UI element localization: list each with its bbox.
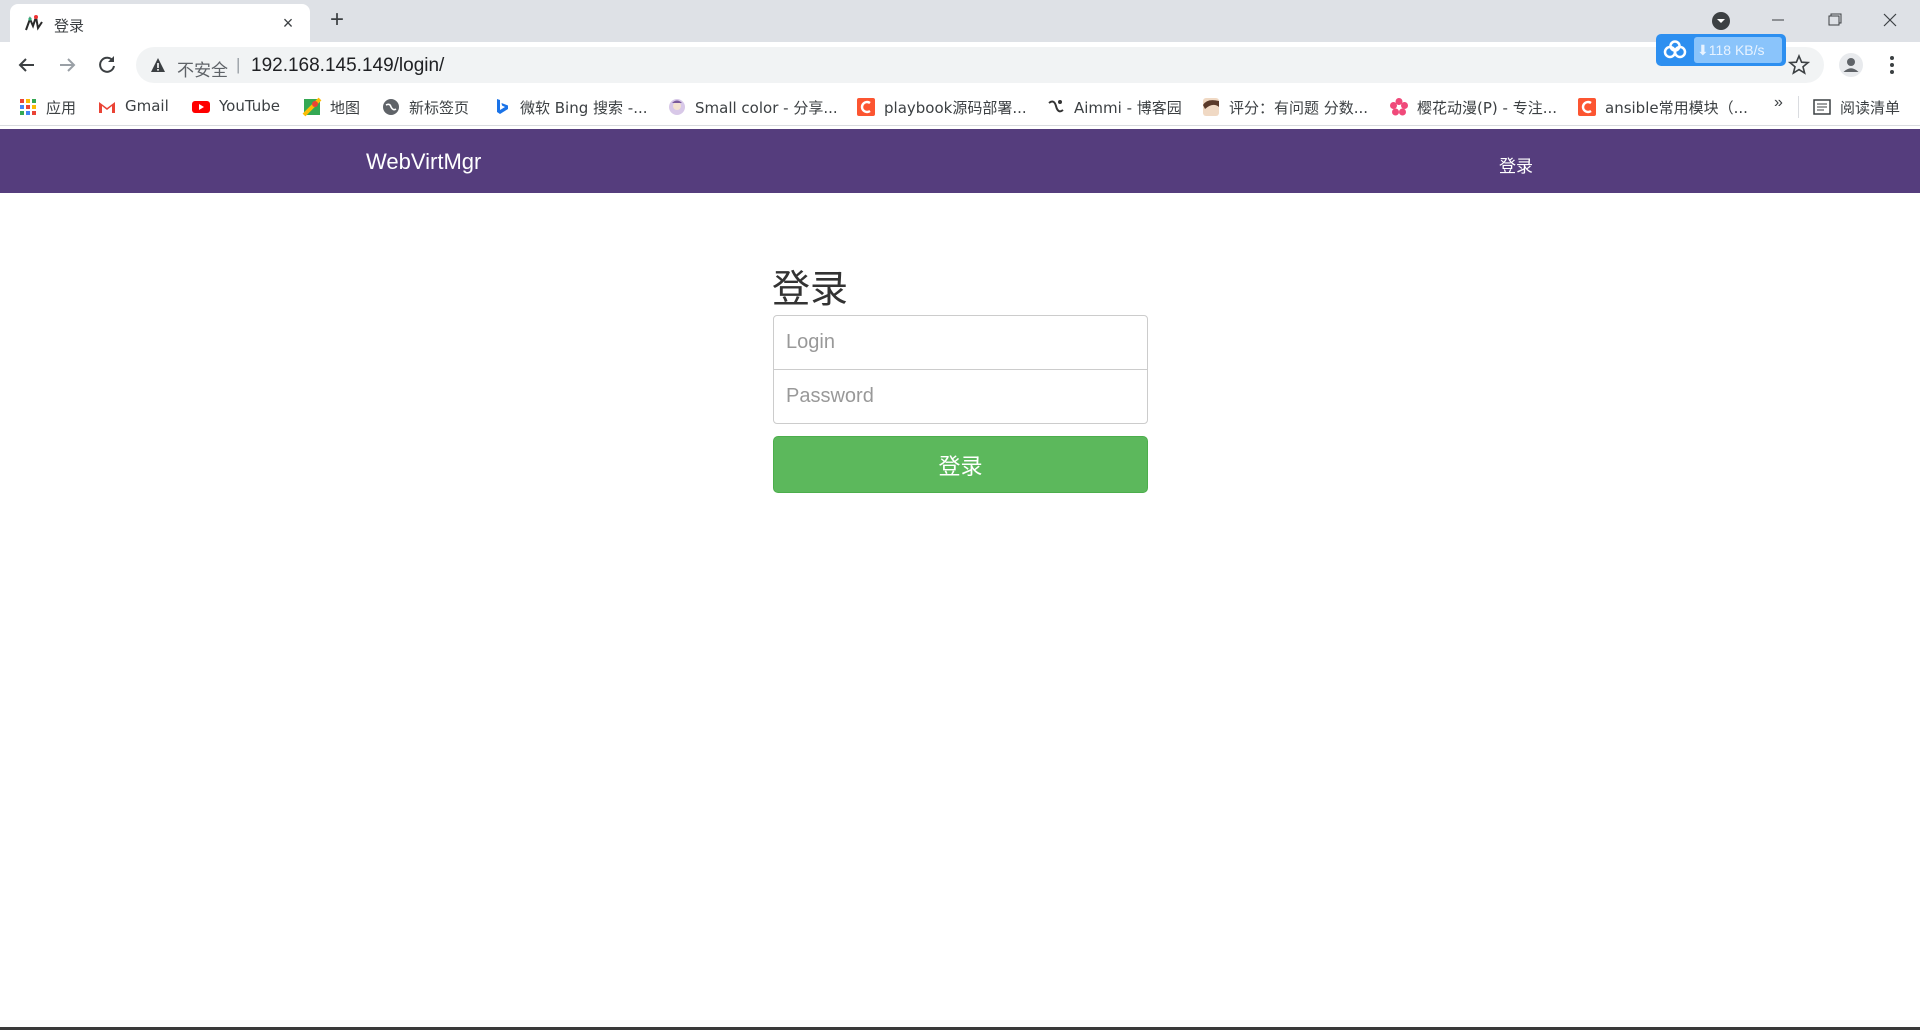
bookmark-label: ansible常用模块（... [1605, 99, 1748, 117]
bookmark-label: 应用 [46, 99, 77, 117]
download-speed-text: ⬇118 KB/s [1694, 37, 1782, 63]
bookmarks-overflow-chevron[interactable]: » [1774, 94, 1783, 112]
site-navbar: WebVirtMgr 登录 [0, 129, 1920, 193]
csdn-icon [1578, 98, 1596, 116]
account-icon[interactable] [1838, 52, 1864, 78]
bookmarks-bar: 应用 Gmail YouTube 地图 新标签页 微软 Bing 搜索 -...… [0, 88, 1920, 126]
flower-icon [1390, 98, 1408, 116]
page-title: 登录 [772, 267, 849, 311]
reload-icon[interactable] [92, 50, 122, 80]
password-input[interactable] [773, 369, 1148, 424]
youtube-icon [192, 101, 210, 113]
browser-tab[interactable]: 登录 × [10, 4, 310, 42]
baidu-cloud-icon [1663, 40, 1687, 59]
bookmark-label: 微软 Bing 搜索 -... [520, 99, 648, 117]
close-window-icon[interactable] [1870, 6, 1910, 34]
brand-link[interactable]: WebVirtMgr [366, 149, 481, 175]
cnblogs-icon [1048, 100, 1064, 113]
back-arrow-icon[interactable] [12, 50, 42, 80]
browser-toolbar: 不安全 | 192.168.145.149/login/ [0, 42, 1920, 88]
bookmarks-divider [1798, 96, 1799, 118]
download-speed-extension[interactable]: ⬇118 KB/s [1656, 34, 1786, 66]
anime-icon [1203, 98, 1219, 116]
webvirtmgr-favicon-icon [25, 15, 43, 31]
minimize-icon[interactable] [1758, 6, 1798, 34]
bookmark-label: YouTube [219, 97, 280, 115]
tab-strip: 登录 × + [0, 0, 1920, 42]
kebab-menu-icon[interactable] [1882, 52, 1902, 78]
gmail-icon [99, 102, 115, 113]
bookmark-label: 新标签页 [409, 99, 470, 117]
address-separator: | [236, 55, 241, 74]
bookmark-label: playbook源码部署... [884, 99, 1027, 117]
security-label[interactable]: 不安全 [177, 56, 228, 81]
csdn-icon [857, 98, 875, 116]
new-tab-button[interactable]: + [325, 8, 349, 33]
bookmark-label: 樱花动漫(P) - 专注... [1417, 99, 1558, 117]
warning-icon[interactable] [150, 57, 166, 73]
bookmark-label: Aimmi - 博客园 [1074, 99, 1182, 117]
url-text[interactable]: 192.168.145.149/login/ [251, 55, 444, 77]
tab-close-icon[interactable]: × [278, 13, 298, 33]
bookmark-star-icon[interactable] [1788, 54, 1810, 76]
login-form: 登录 [773, 315, 1148, 493]
bing-icon [497, 99, 508, 114]
tab-title: 登录 [54, 17, 85, 35]
bookmark-label: 地图 [330, 99, 361, 117]
reading-list-label: 阅读清单 [1840, 99, 1901, 117]
forward-arrow-icon[interactable] [52, 50, 82, 80]
web-page: WebVirtMgr 登录 登录 登录 [0, 126, 1920, 1030]
bookmark-label: Gmail [125, 97, 169, 115]
tab-search-icon[interactable] [1711, 11, 1731, 31]
nav-login-link[interactable]: 登录 [1499, 152, 1533, 177]
avatar-icon [669, 99, 685, 115]
reading-list-icon [1813, 99, 1831, 115]
login-button[interactable]: 登录 [773, 436, 1148, 493]
restore-icon[interactable] [1814, 6, 1854, 34]
globe-icon [383, 99, 399, 115]
address-bar[interactable]: 不安全 | 192.168.145.149/login/ [136, 47, 1824, 83]
bookmark-label: Small color - 分享... [695, 99, 838, 117]
bookmark-label: 评分：有问题 分数... [1229, 99, 1369, 117]
maps-icon [302, 97, 322, 117]
login-input[interactable] [773, 315, 1148, 370]
apps-grid-icon [20, 99, 36, 115]
